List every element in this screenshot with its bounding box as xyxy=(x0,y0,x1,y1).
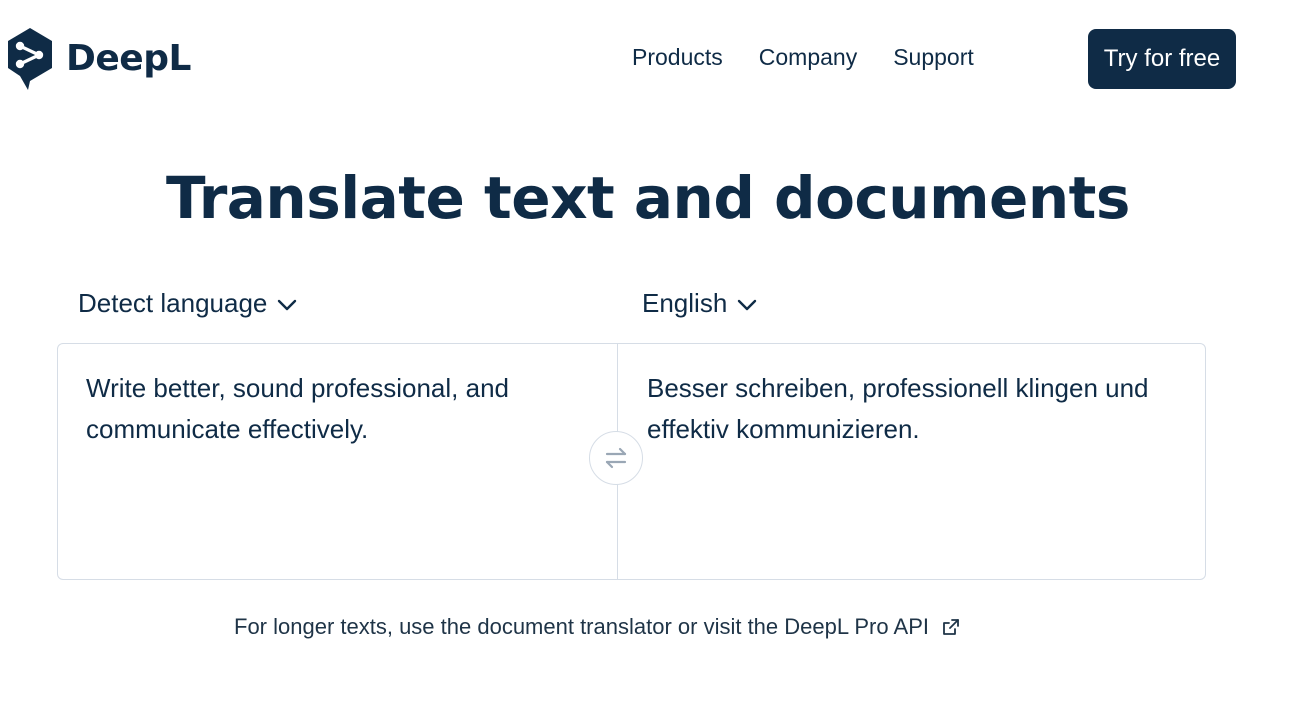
deepl-logo-icon xyxy=(8,28,52,90)
nav-item-products[interactable]: Products xyxy=(632,44,723,71)
nav-item-support[interactable]: Support xyxy=(893,44,974,71)
target-language-label: English xyxy=(642,288,728,318)
page-title: Translate text and documents xyxy=(166,164,1130,232)
source-language-label: Detect language xyxy=(78,288,268,318)
brand-name: DeepL xyxy=(66,37,191,79)
chevron-down-icon xyxy=(738,299,757,310)
nav-item-company[interactable]: Company xyxy=(759,44,857,71)
source-language-select[interactable]: Detect language xyxy=(78,288,297,319)
target-language-select[interactable]: English xyxy=(642,288,757,319)
deepl-logo[interactable]: DeepL xyxy=(4,26,191,92)
longer-texts-link[interactable]: For longer texts, use the document trans… xyxy=(234,614,929,640)
try-for-free-button[interactable]: Try for free xyxy=(1088,29,1236,89)
page: DeepL Products Company Support Try for f… xyxy=(0,0,1292,727)
translator-panel: Write better, sound professional, and co… xyxy=(57,343,1206,580)
external-link-icon[interactable] xyxy=(941,617,961,637)
longer-texts-note: For longer texts, use the document trans… xyxy=(234,614,961,640)
swap-languages-button[interactable] xyxy=(589,431,643,485)
main-nav: Products Company Support xyxy=(632,44,974,71)
chevron-down-icon xyxy=(278,299,297,310)
swap-arrows-icon xyxy=(605,447,627,469)
source-text-input[interactable]: Write better, sound professional, and co… xyxy=(86,368,566,450)
target-text-output: Besser schreiben, professionell klingen … xyxy=(647,373,1149,444)
